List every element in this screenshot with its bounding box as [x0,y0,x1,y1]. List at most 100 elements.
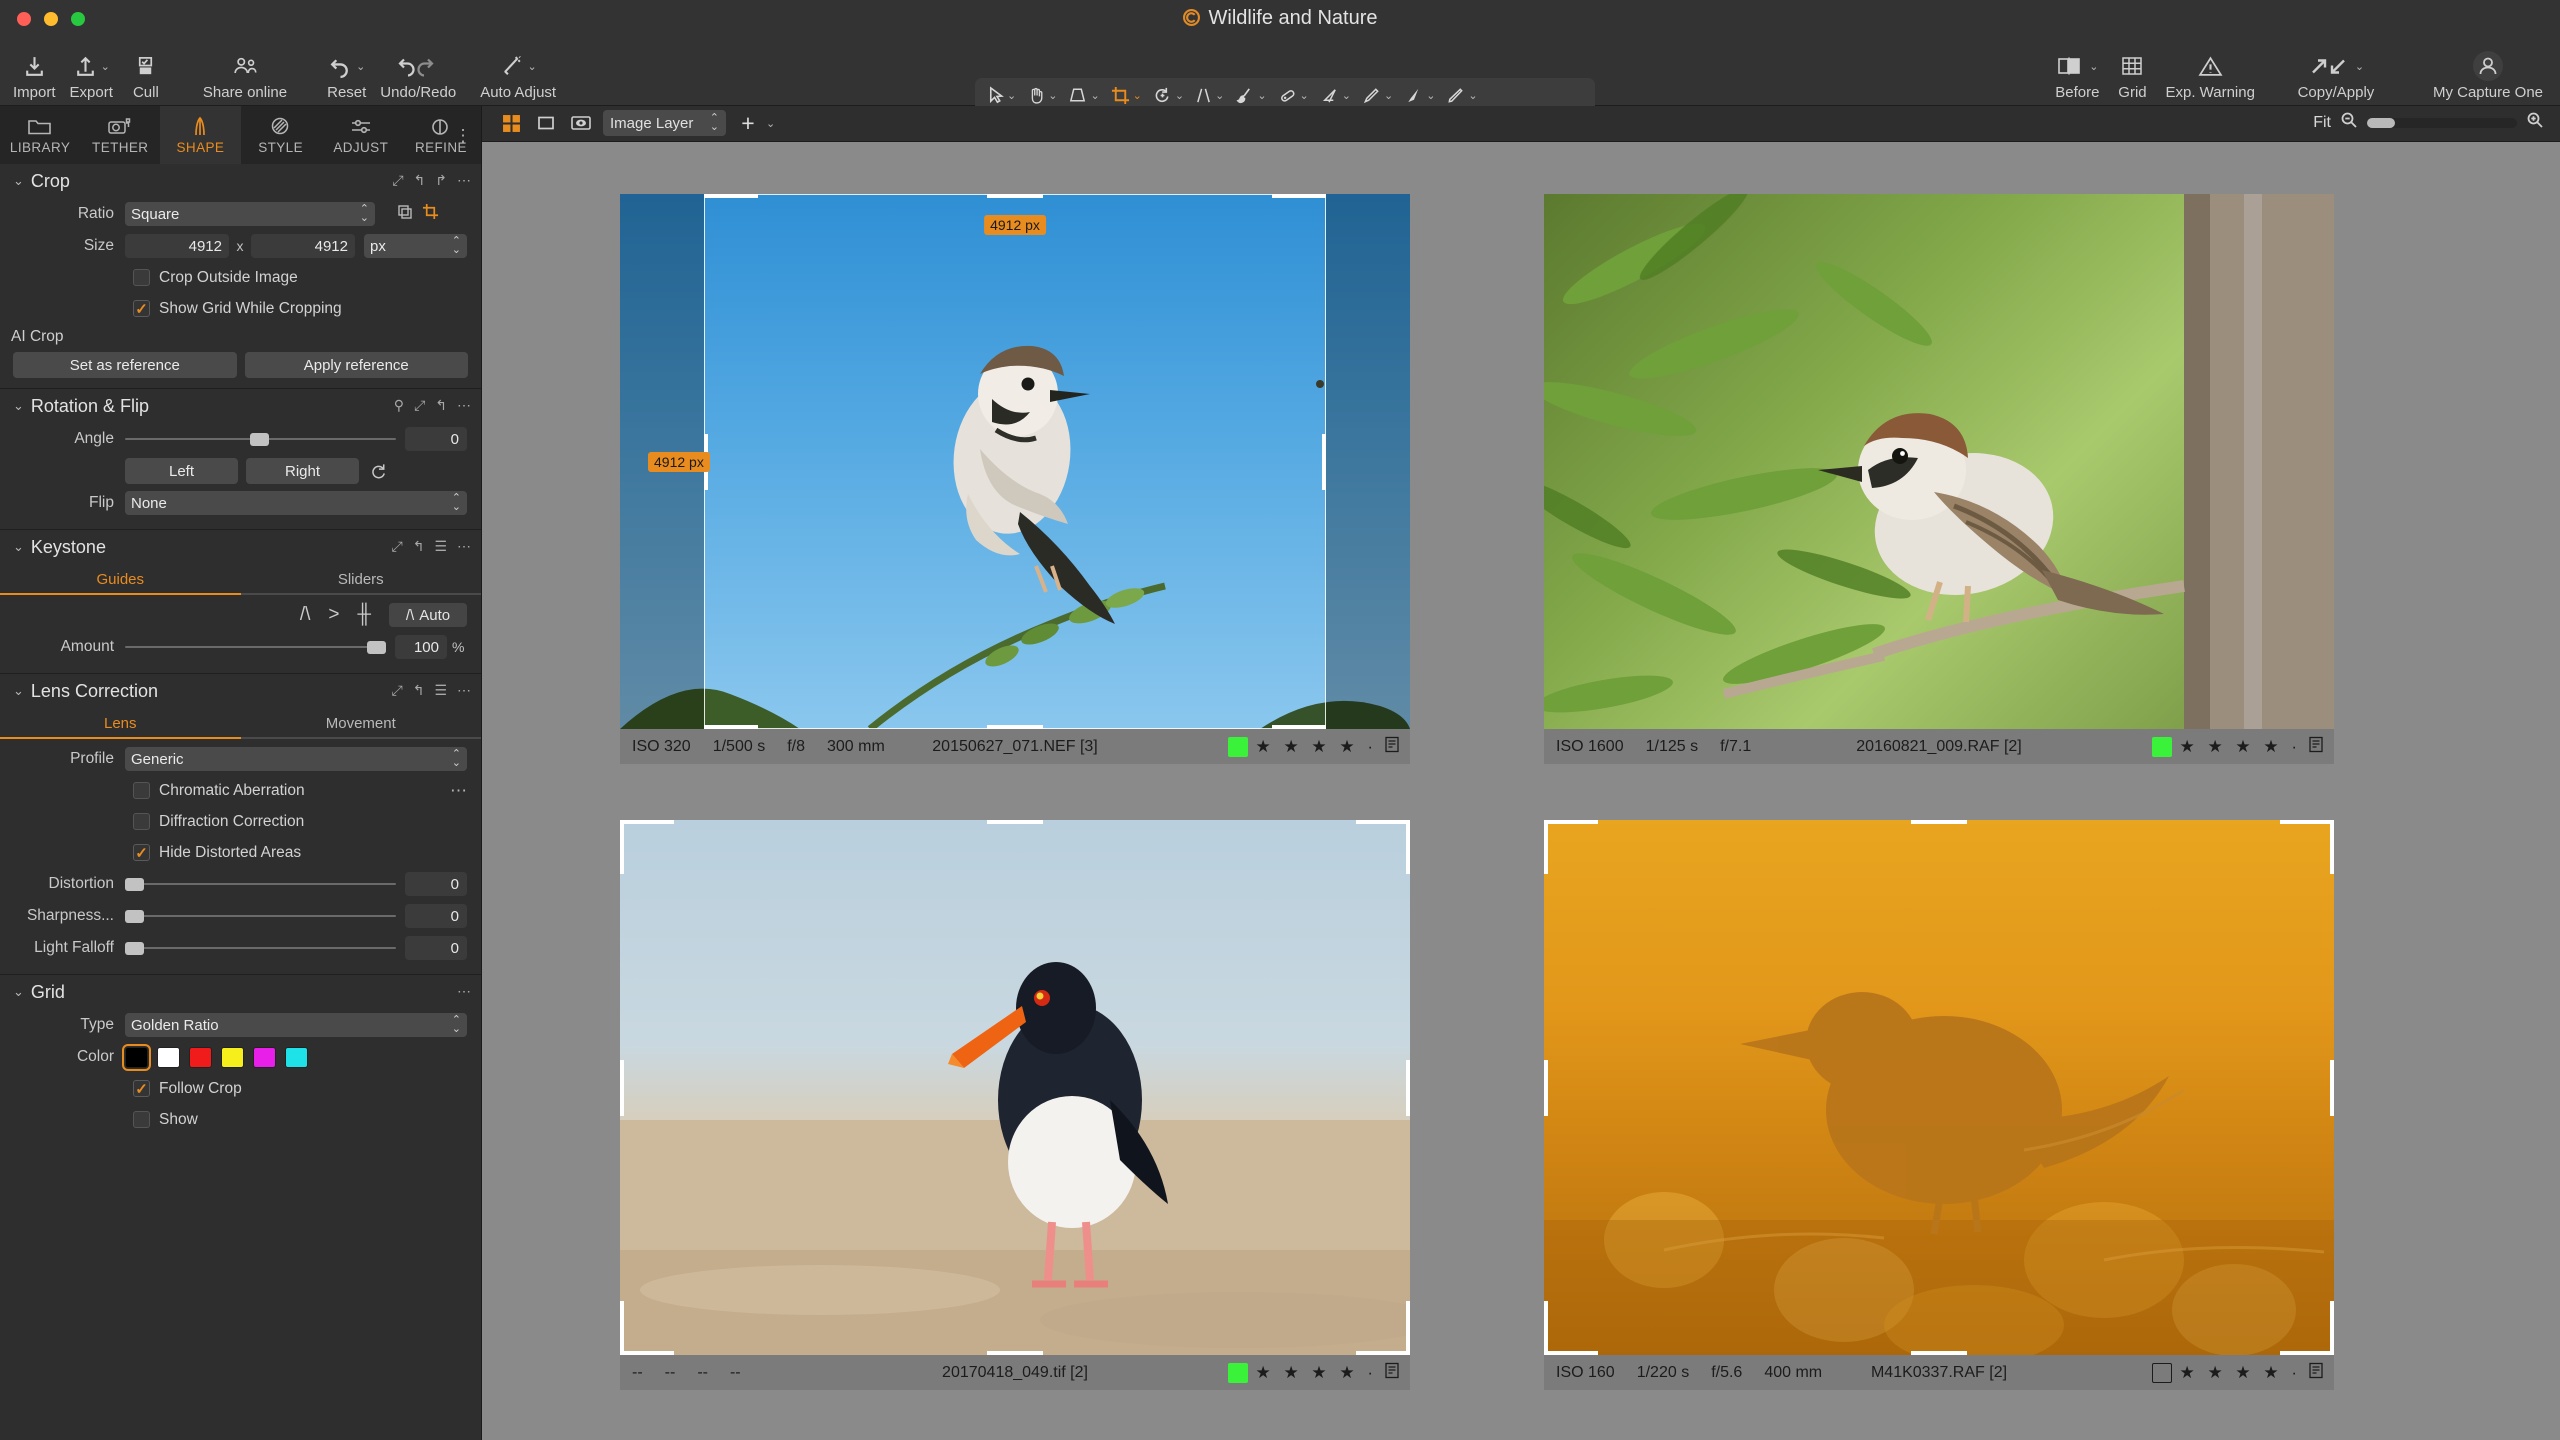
toolbar-button-before[interactable]: ⌄ Before [2048,49,2106,101]
lens-section-header[interactable]: ⌄ Lens Correction ⤢ ↰ ☰ ⋯ [0,674,481,708]
tab-lens[interactable]: Lens [0,709,241,739]
metadata-icon-2[interactable] [2308,736,2324,758]
chevron-down-icon[interactable]: ⌄ [13,173,24,189]
toolbar-button-reset[interactable]: ⌄ Reset [320,49,373,101]
color-tag-3[interactable] [1228,1362,1249,1383]
cursor-tool-crop[interactable]: ⌄ [1106,81,1147,109]
sidebar-item-library[interactable]: LIBRARY [0,106,80,164]
undo-arrow-icon[interactable]: ↰ [413,538,425,555]
diffraction-correction-checkbox[interactable] [133,813,150,830]
thumbnail-cell-3[interactable]: -- -- -- -- 20170418_049.tif [2] ★ ★ ★ ★… [620,820,1410,1390]
rotation-options-menu-icon[interactable]: ⋯ [457,397,471,414]
layer-visibility-eye-icon[interactable] [568,110,594,136]
cursor-tool-keystone[interactable]: ⌄ [1063,81,1104,109]
chevron-down-icon[interactable]: ⌄ [1133,89,1142,102]
light-falloff-slider[interactable] [125,936,396,960]
crop-outside-row[interactable]: Crop Outside Image [0,262,481,293]
grid-section-actions[interactable]: ⋯ [457,983,471,1000]
layers-grid-toggle-button[interactable] [498,110,524,136]
presets-icon[interactable]: ☰ [434,538,447,555]
grid-color-swatch-cyan[interactable] [285,1046,308,1068]
grid-type-select[interactable]: Golden Ratio ⌃ ⌄ [125,1013,467,1037]
chevron-down-icon[interactable]: ⌄ [528,60,537,73]
grid-section-header[interactable]: ⌄ Grid ⋯ [0,975,481,1009]
grid-color-swatch-black[interactable] [122,1043,151,1071]
light-falloff-value[interactable]: 0 [405,936,467,960]
stepper-icon[interactable]: ⌃ ⌄ [452,749,461,769]
horizontal-keystone-icon[interactable]: > [328,604,339,626]
chevron-down-icon[interactable]: ⌄ [1384,89,1393,102]
slider-thumb[interactable] [249,433,269,446]
chevron-down-icon[interactable]: ⌄ [2089,60,2098,73]
cursor-tool-color-picker[interactable]: ⌄ [1441,81,1482,109]
reset-arrow-icon[interactable]: ⤢ [392,172,403,189]
reset-arrow-icon[interactable]: ⤢ [392,682,403,699]
keystone-amount-value[interactable]: 100 [395,635,447,659]
undo-arrow-icon[interactable]: ↰ [435,397,447,414]
cursor-tool-eraser[interactable]: ⌄ [1315,81,1356,109]
chevron-down-icon[interactable]: ⌄ [1090,89,1099,102]
grid-show-row[interactable]: Show [0,1104,481,1135]
grid-color-swatch-yellow[interactable] [221,1046,244,1068]
tab-keystone-sliders[interactable]: Sliders [240,565,481,595]
chevron-down-icon[interactable]: ⌄ [1468,89,1477,102]
sidebar-item-tether[interactable]: TETHER [80,106,160,164]
color-tag-4[interactable] [2152,1362,2173,1383]
chevron-down-icon[interactable]: ⌄ [1048,89,1057,102]
chevron-down-icon[interactable]: ⌄ [101,60,110,73]
color-tag-1[interactable] [1228,736,1249,757]
crop-tool-icon[interactable] [422,203,439,225]
chromatic-aberration-checkbox[interactable] [133,782,150,799]
distortion-slider[interactable] [125,872,396,896]
toolbar-button-cull[interactable]: Cull [120,49,172,101]
undo-arrow-icon[interactable]: ↰ [414,172,426,189]
add-layer-button[interactable]: + [735,110,761,136]
chevron-down-icon[interactable]: ⌄ [13,683,24,699]
slider-thumb[interactable] [125,878,144,891]
chevron-down-icon[interactable]: ⌄ [1426,89,1435,102]
stepper-icon[interactable]: ⌃ ⌄ [452,493,461,513]
cursor-tool-heal[interactable]: ⌄ [1273,81,1314,109]
chevron-down-icon[interactable]: ⌄ [13,398,24,414]
hide-distorted-areas-row[interactable]: ✓ Hide Distorted Areas [0,837,481,868]
chevron-down-icon[interactable]: ⌄ [1215,89,1224,102]
cursor-tool-gradient[interactable]: ⌄ [1399,81,1440,109]
sidebar-item-shape[interactable]: SHAPE [160,106,241,164]
crop-outside-checkbox[interactable] [133,269,150,286]
rotate-right-button[interactable]: Right [246,458,359,484]
show-grid-row[interactable]: ✓ Show Grid While Cropping [0,293,481,324]
crop-ratio-select[interactable]: Square ⌃ ⌄ [125,202,375,226]
crop-options-menu-icon[interactable]: ⋯ [457,172,471,189]
star-rating-1[interactable]: ★ ★ ★ ★ · [1255,737,1377,757]
lens-options-menu-icon[interactable]: ⋯ [457,682,471,699]
toolbar-button-grid[interactable]: Grid [2106,49,2158,101]
toolbar-button-import[interactable]: Import [6,49,63,101]
undo-arrow-icon[interactable]: ↰ [413,682,425,699]
diffraction-correction-row[interactable]: Diffraction Correction [0,806,481,837]
stepper-icon[interactable]: ⌃ ⌄ [452,236,461,256]
chevron-down-icon[interactable]: ⌄ [356,60,365,73]
tab-movement[interactable]: Movement [240,709,481,739]
toolbar-button-copy-apply[interactable]: ⌄ Copy/Apply [2286,49,2386,101]
cursor-tool-draw-pen[interactable]: ⌄ [1357,81,1398,109]
thumbnail-cell-2[interactable]: ISO 1600 1/125 s f/7.1 20160821_009.RAF … [1544,194,2334,764]
keystone-options-menu-icon[interactable]: ⋯ [457,538,471,555]
crop-section-header[interactable]: ⌄ Crop ⤢ ↰ ↱ ⋯ [0,164,481,198]
layer-select[interactable]: Image Layer ⌃ ⌄ [603,110,726,136]
chromatic-options-menu-icon[interactable]: ⋯ [450,781,467,801]
chevron-down-icon[interactable]: ⌄ [1300,89,1309,102]
slider-thumb[interactable] [367,641,386,654]
crop-height-input[interactable]: 4912 [251,234,355,258]
toolbar-button-my-capture-one[interactable]: My Capture One [2426,49,2550,101]
slider-thumb[interactable] [125,942,144,955]
sidebar-item-style[interactable]: STYLE [241,106,321,164]
follow-crop-checkbox[interactable]: ✓ [133,1080,150,1098]
toolbar-button-share-online[interactable]: Share online [196,49,294,101]
show-grid-checkbox[interactable]: ✓ [133,300,150,318]
eyedropper-icon[interactable]: ⚲ [394,397,404,414]
stepper-icon[interactable]: ⌃ ⌄ [710,113,719,133]
grid-color-swatch-magenta[interactable] [253,1046,276,1068]
rotate-left-button[interactable]: Left [125,458,238,484]
chevron-down-icon[interactable]: ⌄ [1257,89,1266,102]
thumbnail-cell-1[interactable]: 4912 px 4912 px ISO 320 1/500 s f/8 300 … [620,194,1410,764]
